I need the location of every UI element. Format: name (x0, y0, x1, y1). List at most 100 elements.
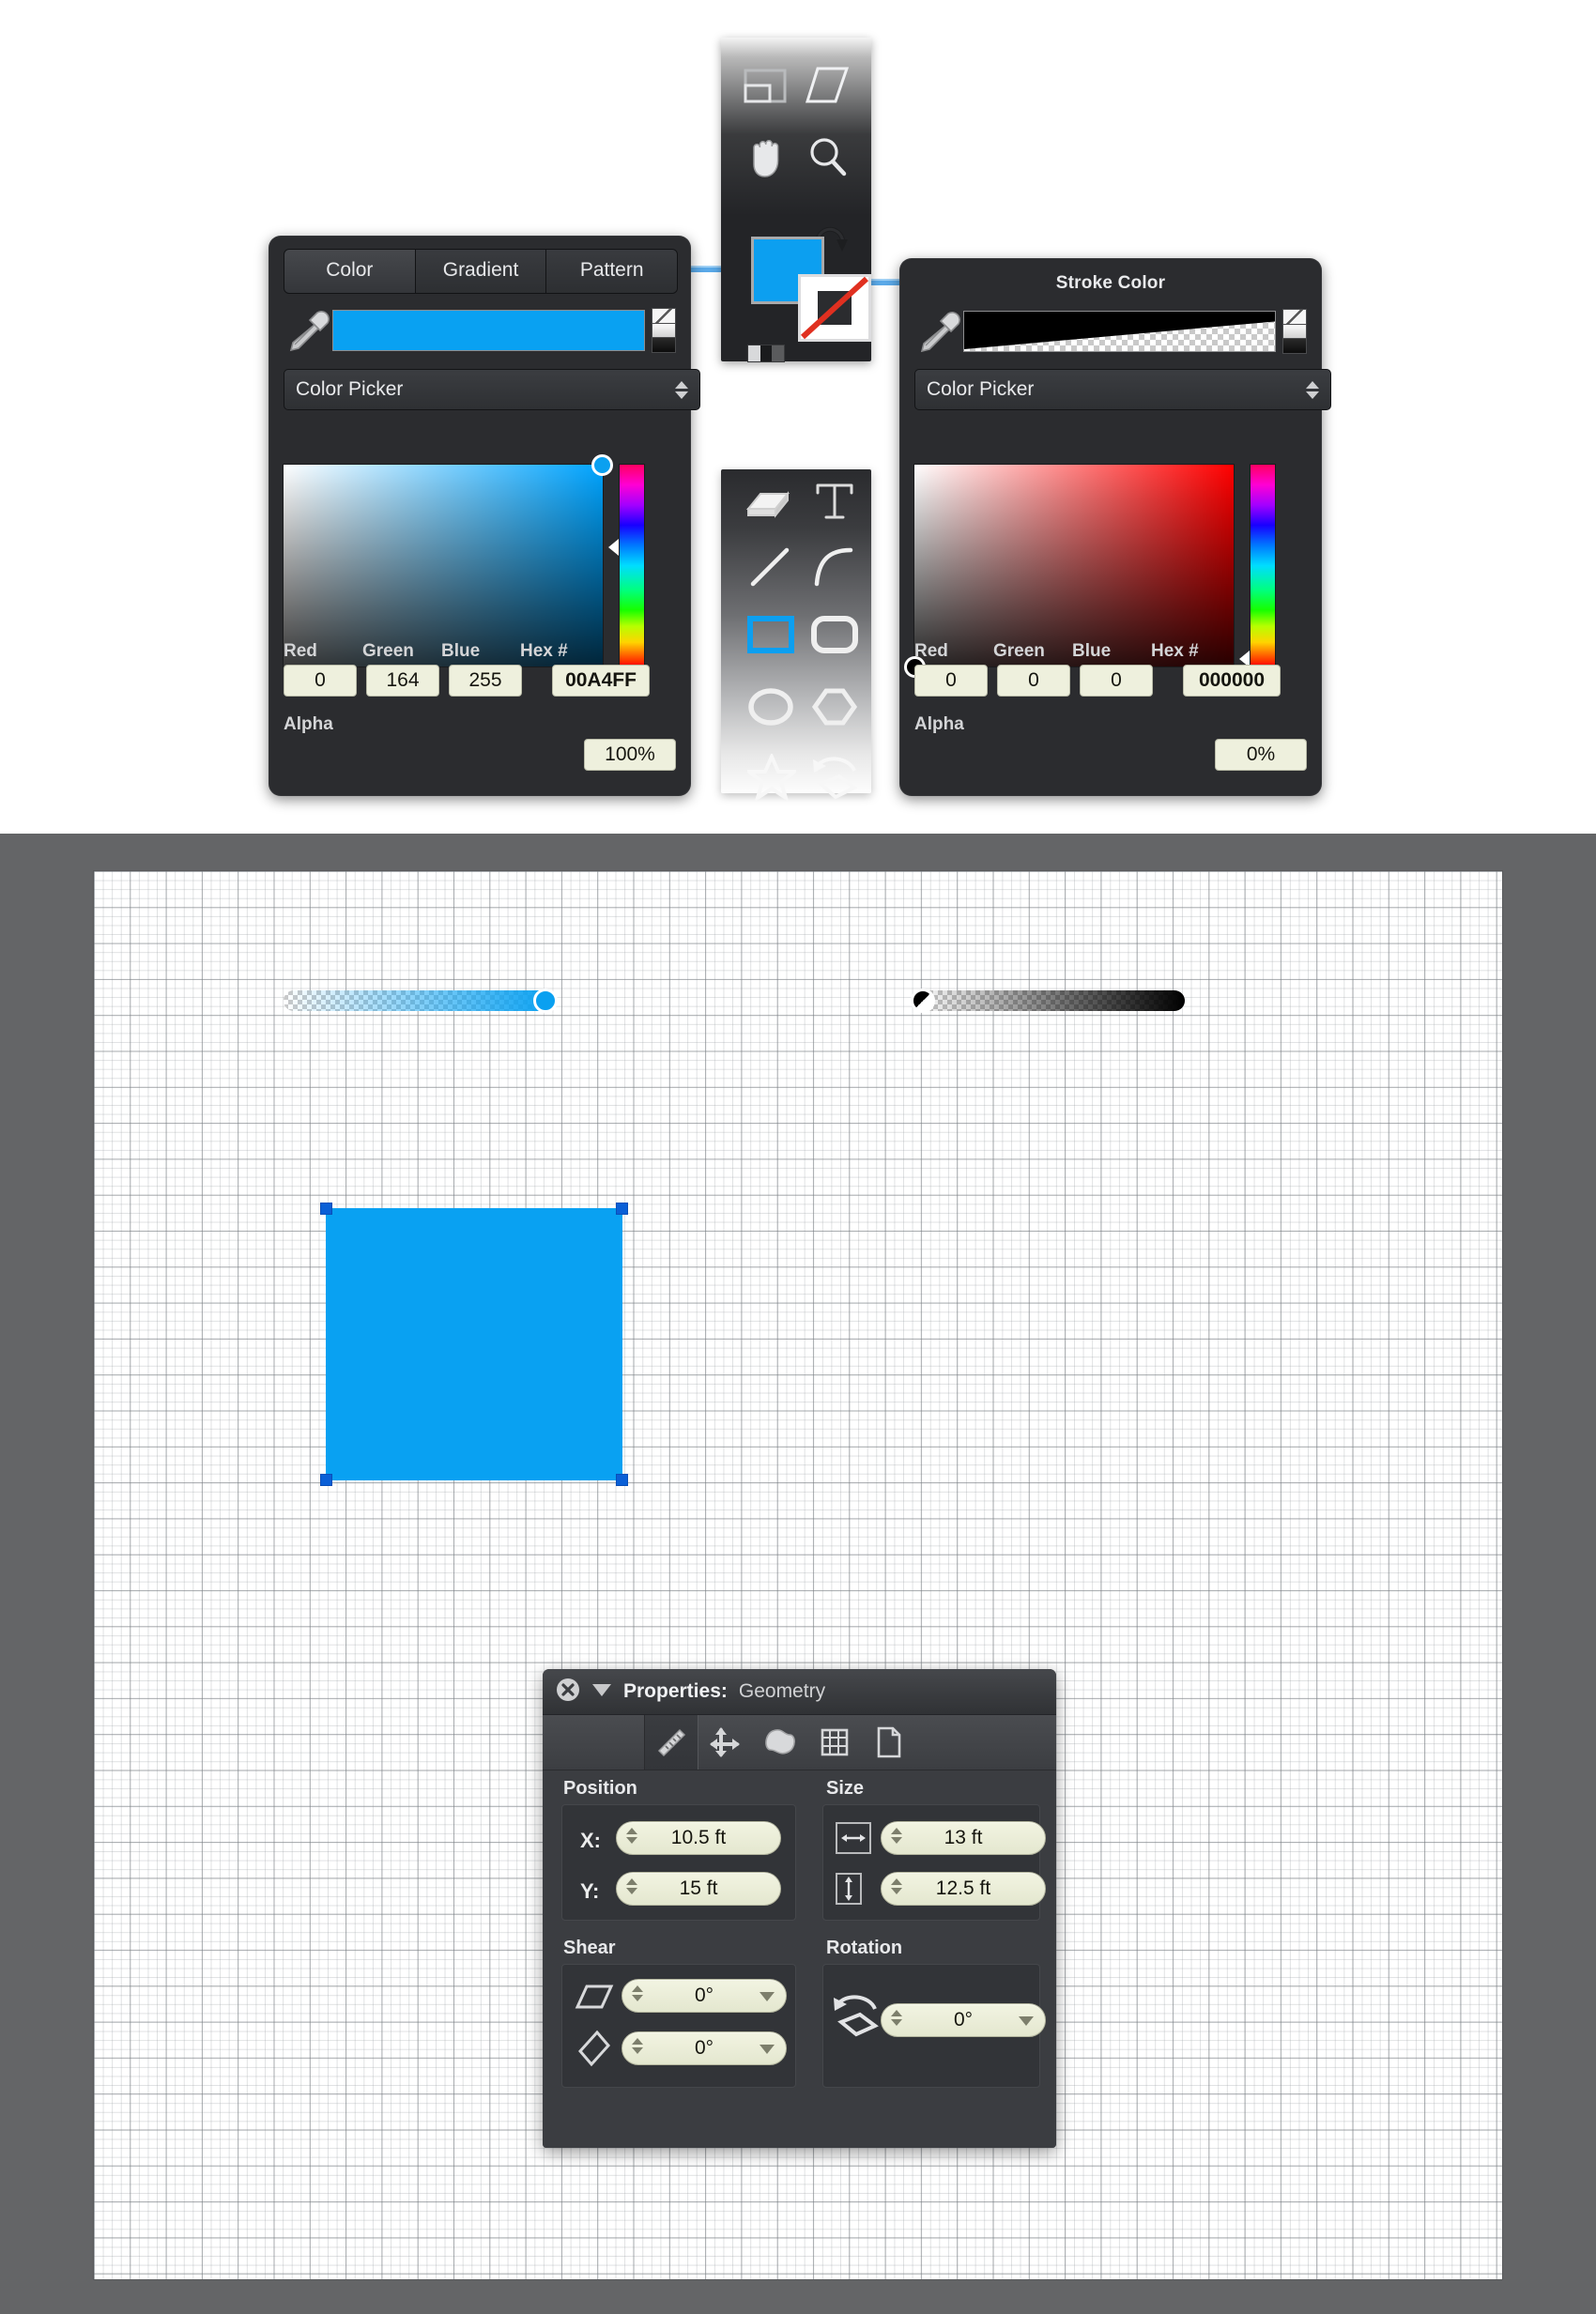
magnifier-icon[interactable] (807, 136, 849, 184)
y-stepper[interactable] (626, 1878, 637, 1894)
y-field[interactable]: 15 ft (616, 1872, 781, 1906)
hex-field[interactable]: 000000 (1183, 665, 1281, 697)
tab-shape[interactable] (753, 1715, 807, 1770)
tab-alignment[interactable] (698, 1715, 753, 1770)
stroke-alpha-field[interactable]: 0% (1215, 739, 1307, 771)
green-field[interactable]: 164 (366, 665, 439, 697)
shear-v-stepper[interactable] (632, 2038, 643, 2054)
eyedropper-icon[interactable] (284, 306, 332, 355)
red-field[interactable]: 0 (284, 665, 357, 697)
shear-h-stepper[interactable] (632, 1985, 643, 2001)
fill-preset-swatches[interactable] (652, 308, 676, 353)
width-stepper[interactable] (891, 1828, 902, 1844)
stroke-swatch-row (914, 307, 1307, 356)
fill-alpha-field[interactable]: 100% (584, 739, 676, 771)
crop-icon[interactable] (744, 68, 787, 110)
resize-handle-bottom-right[interactable] (616, 1474, 628, 1486)
shear-v-field[interactable]: 0° (622, 2031, 787, 2065)
default-fill-stroke-swatch[interactable] (747, 345, 785, 362)
stroke-channel-fields[interactable]: 0 0 0 000000 (914, 665, 1307, 697)
fill-sv-gradient[interactable] (284, 465, 603, 667)
properties-tabbar[interactable] (543, 1715, 1056, 1770)
hex-field[interactable]: 00A4FF (552, 665, 650, 697)
shapes-palette[interactable] (721, 469, 871, 803)
label-green: Green (993, 641, 1045, 661)
properties-titlebar[interactable]: Properties: Geometry (543, 1669, 1056, 1715)
properties-panel[interactable]: Properties: Geometry Position X: 10.5 ft… (543, 1669, 1056, 2148)
fill-sv-area[interactable] (284, 454, 676, 671)
rotation-field[interactable]: 0° (881, 2003, 1046, 2037)
blue-field[interactable]: 0 (1080, 665, 1153, 697)
fill-channel-fields[interactable]: 0 164 255 00A4FF (284, 665, 676, 697)
tab-geometry[interactable] (644, 1715, 698, 1770)
stroke-sv-area[interactable] (904, 465, 1307, 678)
preset-none[interactable] (1283, 310, 1306, 325)
parallelogram-icon[interactable] (805, 66, 850, 110)
fill-color-preview[interactable] (332, 310, 645, 351)
chevron-updown-icon (1306, 380, 1319, 399)
hand-icon[interactable] (747, 136, 789, 184)
tab-grid[interactable] (807, 1715, 862, 1770)
fill-alpha-slider[interactable] (284, 988, 558, 1013)
preset-black[interactable] (652, 338, 675, 353)
close-icon[interactable] (556, 1678, 580, 1707)
rectangle-icon[interactable] (747, 616, 794, 658)
height-value: 12.5 ft (935, 1877, 991, 1899)
eraser-icon[interactable] (745, 486, 790, 523)
text-t-icon[interactable] (815, 481, 854, 527)
preset-white[interactable] (652, 323, 675, 339)
tab-document[interactable] (862, 1715, 916, 1770)
stroke-hue-bar[interactable] (1251, 465, 1275, 667)
shear-h-caret-icon[interactable] (760, 1992, 775, 2001)
tab-pattern[interactable]: Pattern (546, 250, 677, 293)
rounded-rectangle-icon[interactable] (811, 616, 858, 658)
shear-v-caret-icon[interactable] (760, 2045, 775, 2054)
height-stepper[interactable] (891, 1878, 902, 1894)
arc-icon[interactable] (813, 546, 854, 592)
fill-hue-bar[interactable] (620, 465, 644, 667)
tab-color[interactable]: Color (284, 250, 416, 293)
shear-h-value: 0° (694, 1985, 714, 2006)
stroke-preset-swatches[interactable] (1282, 309, 1307, 354)
rotate-shape-icon[interactable] (811, 754, 860, 805)
stroke-sv-gradient[interactable] (914, 465, 1234, 667)
x-stepper[interactable] (626, 1828, 637, 1844)
blue-field[interactable]: 255 (449, 665, 522, 697)
selected-rectangle[interactable] (320, 1203, 628, 1486)
tool-palette[interactable] (721, 38, 871, 362)
resize-handle-top-left[interactable] (320, 1203, 332, 1215)
hexagon-icon[interactable] (811, 687, 858, 731)
size-group-title: Size (826, 1778, 865, 1799)
preset-black[interactable] (1283, 339, 1306, 354)
fill-panel-tabs[interactable]: Color Gradient Pattern (284, 249, 678, 294)
width-field[interactable]: 13 ft (881, 1821, 1046, 1855)
fill-mode-select[interactable]: Color Picker (284, 369, 700, 410)
fill-color-panel[interactable]: Color Gradient Pattern Color Picker Red … (269, 236, 700, 1013)
resize-handle-top-right[interactable] (616, 1203, 628, 1215)
rotation-stepper[interactable] (891, 2010, 902, 2026)
fill-sv-cursor[interactable] (591, 454, 613, 476)
preset-white[interactable] (1283, 324, 1306, 340)
rotation-caret-icon[interactable] (1019, 2016, 1034, 2026)
red-field[interactable]: 0 (914, 665, 988, 697)
star-icon[interactable] (744, 752, 800, 805)
fill-hue-marker[interactable] (608, 539, 619, 556)
height-field[interactable]: 12.5 ft (881, 1872, 1046, 1906)
ellipse-icon[interactable] (747, 687, 794, 731)
x-field[interactable]: 10.5 ft (616, 1821, 781, 1855)
preset-none[interactable] (652, 309, 675, 324)
stroke-color-preview[interactable] (963, 311, 1276, 352)
stroke-alpha-knob[interactable] (911, 988, 935, 1013)
stroke-color-swatch[interactable] (798, 274, 871, 342)
stroke-color-panel[interactable]: Stroke Color Color Picker Red Green Blue… (899, 258, 1331, 1013)
stroke-mode-select[interactable]: Color Picker (914, 369, 1331, 410)
line-icon[interactable] (749, 546, 790, 592)
chevron-down-icon[interactable] (591, 1682, 612, 1702)
resize-handle-bottom-left[interactable] (320, 1474, 332, 1486)
shear-h-field[interactable]: 0° (622, 1979, 787, 2013)
eyedropper-icon[interactable] (914, 307, 963, 356)
stroke-alpha-slider[interactable] (911, 988, 1185, 1013)
green-field[interactable]: 0 (997, 665, 1070, 697)
tab-gradient[interactable]: Gradient (415, 250, 547, 293)
fill-alpha-knob[interactable] (533, 988, 558, 1013)
